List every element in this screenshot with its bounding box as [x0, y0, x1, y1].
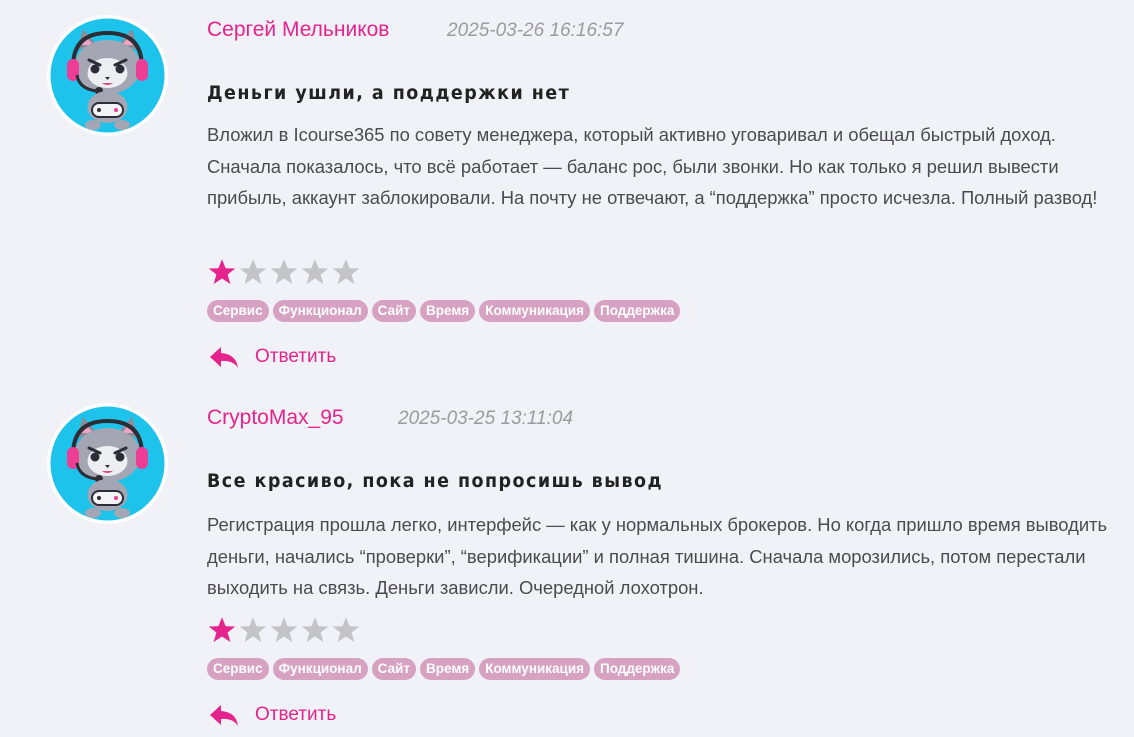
- reply-arrow-icon: [210, 347, 238, 368]
- star-icon-empty: [270, 259, 298, 284]
- tag[interactable]: Коммуникация: [479, 658, 591, 680]
- tag[interactable]: Сервис: [207, 658, 269, 680]
- review-date: 2025-03-25 13:11:04: [398, 408, 574, 429]
- review-date: 2025-03-26 16:16:57: [447, 20, 624, 41]
- reply-arrow-icon: [210, 705, 238, 726]
- tag[interactable]: Время: [420, 300, 476, 322]
- reply-button[interactable]: Ответить: [207, 344, 336, 370]
- star-rating: [207, 257, 361, 287]
- review-author[interactable]: Сергей Мельников: [207, 18, 389, 42]
- tag[interactable]: Сайт: [371, 658, 416, 680]
- reply-label[interactable]: Ответить: [255, 346, 336, 368]
- star-icon-empty: [270, 617, 298, 642]
- star-icon-empty: [301, 617, 329, 642]
- star-icon-empty: [239, 617, 267, 642]
- gamer-cat-avatar-icon: [50, 406, 165, 521]
- tag[interactable]: Поддержка: [594, 300, 681, 322]
- review-title: Все красиво, пока не попросишь вывод: [207, 470, 664, 492]
- review-text: Вложил в Icourse365 по совету менеджера,…: [207, 124, 1098, 208]
- avatar: [47, 15, 168, 136]
- tag-list: Сервис Функционал Сайт Время Коммуникаци…: [207, 300, 681, 322]
- tag[interactable]: Сервис: [207, 300, 269, 322]
- star-rating: [207, 615, 361, 645]
- star-icon-empty: [332, 617, 360, 642]
- star-icon-empty: [332, 259, 360, 284]
- tag-list: Сервис Функционал Сайт Время Коммуникаци…: [207, 658, 681, 680]
- tag[interactable]: Сайт: [371, 300, 416, 322]
- avatar: [47, 403, 168, 524]
- tag[interactable]: Коммуникация: [479, 300, 591, 322]
- reply-button[interactable]: Ответить: [207, 702, 336, 728]
- star-icon-filled: [208, 617, 236, 642]
- gamer-cat-avatar-icon: [50, 18, 165, 133]
- review-title: Деньги ушли, а поддержки нет: [207, 82, 571, 104]
- tag[interactable]: Поддержка: [594, 658, 681, 680]
- tag[interactable]: Время: [420, 658, 476, 680]
- star-icon-empty: [301, 259, 329, 284]
- star-icon-filled: [208, 259, 236, 284]
- reply-label[interactable]: Ответить: [255, 704, 336, 726]
- review-text: Регистрация прошла легко, интерфейс — ка…: [207, 514, 1108, 598]
- tag[interactable]: Функционал: [272, 658, 368, 680]
- review-author[interactable]: CryptoMax_95: [207, 406, 344, 430]
- tag[interactable]: Функционал: [272, 300, 368, 322]
- star-icon-empty: [239, 259, 267, 284]
